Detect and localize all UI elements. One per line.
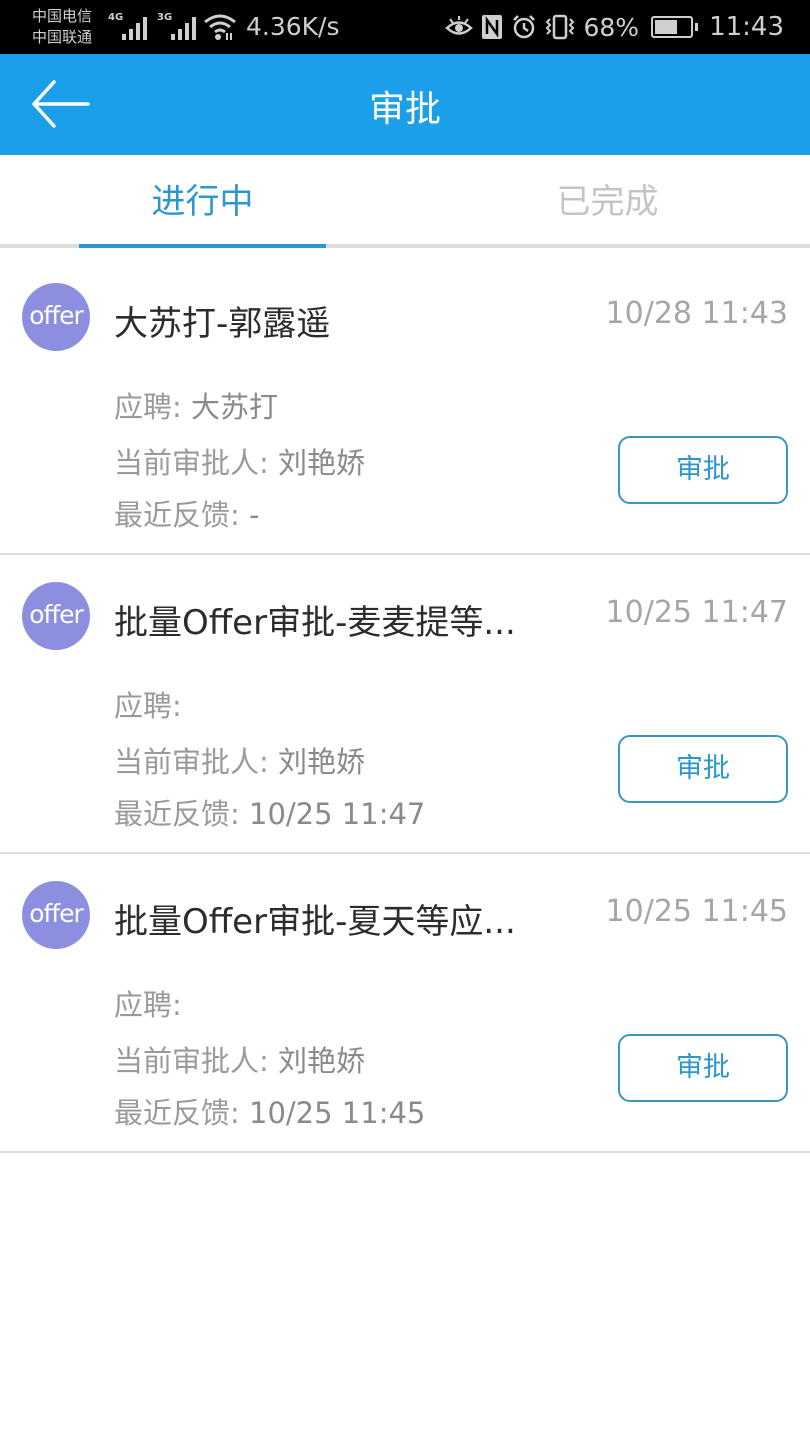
position-label: 应聘: — [114, 689, 182, 723]
item-title: 大苏打-郭露遥 — [114, 304, 331, 344]
tab-bar: 进行中 已完成 — [0, 155, 810, 248]
item-time: 10/25 11:45 — [605, 894, 788, 929]
feedback-value: - — [249, 498, 260, 532]
offer-avatar-icon: offer — [22, 582, 90, 650]
clock: 11:43 — [709, 12, 784, 42]
position-label: 应聘: — [114, 390, 191, 424]
list-item[interactable]: offer 批量Offer审批-麦麦提等... 10/25 11:47 应聘: … — [0, 555, 810, 854]
approver-row: 当前审批人: 刘艳娇 — [114, 739, 365, 781]
network-type-2: 3G — [157, 12, 173, 23]
approver-label: 当前审批人: — [114, 745, 278, 779]
tab-active-indicator — [79, 244, 326, 248]
page-title: 审批 — [368, 89, 441, 130]
feedback-value: 10/25 11:45 — [249, 1096, 426, 1130]
approver-label: 当前审批人: — [114, 446, 278, 480]
tab-completed[interactable]: 已完成 — [405, 155, 810, 245]
offer-avatar-icon: offer — [22, 283, 90, 351]
feedback-row: 最近反馈: - — [114, 492, 259, 534]
tab-in-progress[interactable]: 进行中 — [0, 155, 405, 245]
battery-icon — [651, 16, 699, 38]
list-item[interactable]: offer 大苏打-郭露遥 10/28 11:43 应聘: 大苏打 当前审批人:… — [0, 256, 810, 555]
network-type-1: 4G — [108, 12, 124, 23]
nfc-icon — [482, 15, 503, 39]
feedback-label: 最近反馈: — [114, 797, 249, 831]
item-title: 批量Offer审批-麦麦提等... — [114, 603, 516, 643]
approval-list: offer 大苏打-郭露遥 10/28 11:43 应聘: 大苏打 当前审批人:… — [0, 256, 810, 1153]
status-icons: 68% 11:43 — [445, 10, 784, 44]
alarm-icon — [513, 15, 536, 39]
carrier-2: 中国联通 — [32, 28, 93, 46]
position-row: 应聘: — [114, 683, 182, 725]
list-item[interactable]: offer 批量Offer审批-夏天等应... 10/25 11:45 应聘: … — [0, 854, 810, 1153]
feedback-row: 最近反馈: 10/25 11:45 — [114, 1090, 425, 1132]
approve-button[interactable]: 审批 — [618, 436, 788, 504]
carrier-1: 中国电信 — [32, 7, 93, 25]
feedback-value: 10/25 11:47 — [249, 797, 426, 831]
approver-row: 当前审批人: 刘艳娇 — [114, 440, 365, 482]
approver-row: 当前审批人: 刘艳娇 — [114, 1038, 365, 1080]
wifi-icon — [204, 14, 236, 40]
item-time: 10/28 11:43 — [605, 296, 788, 331]
approver-value: 刘艳娇 — [278, 745, 366, 779]
position-row: 应聘: 大苏打 — [114, 384, 278, 426]
network-speed: 4.36K/s — [246, 12, 340, 41]
position-label: 应聘: — [114, 988, 182, 1022]
approver-value: 刘艳娇 — [278, 1044, 366, 1078]
approver-label: 当前审批人: — [114, 1044, 278, 1078]
approver-value: 刘艳娇 — [278, 446, 366, 480]
item-title: 批量Offer审批-夏天等应... — [114, 902, 516, 942]
carrier-names: 中国电信 中国联通 — [32, 6, 92, 48]
feedback-label: 最近反馈: — [114, 498, 249, 532]
battery-percent: 68% — [583, 12, 640, 42]
eye-icon — [445, 16, 474, 35]
title-bar: 审批 — [0, 54, 810, 155]
position-row: 应聘: — [114, 982, 182, 1024]
offer-avatar-icon: offer — [22, 881, 90, 949]
item-time: 10/25 11:47 — [605, 595, 788, 630]
position-value: 大苏打 — [191, 390, 279, 424]
feedback-row: 最近反馈: 10/25 11:47 — [114, 791, 425, 833]
approve-button[interactable]: 审批 — [618, 1034, 788, 1102]
status-bar: 中国电信 中国联通 4G 3G 4.36K/s 68% 11:43 — [0, 0, 810, 54]
feedback-label: 最近反馈: — [114, 1096, 249, 1130]
vibrate-icon — [546, 14, 575, 40]
approve-button[interactable]: 审批 — [618, 735, 788, 803]
